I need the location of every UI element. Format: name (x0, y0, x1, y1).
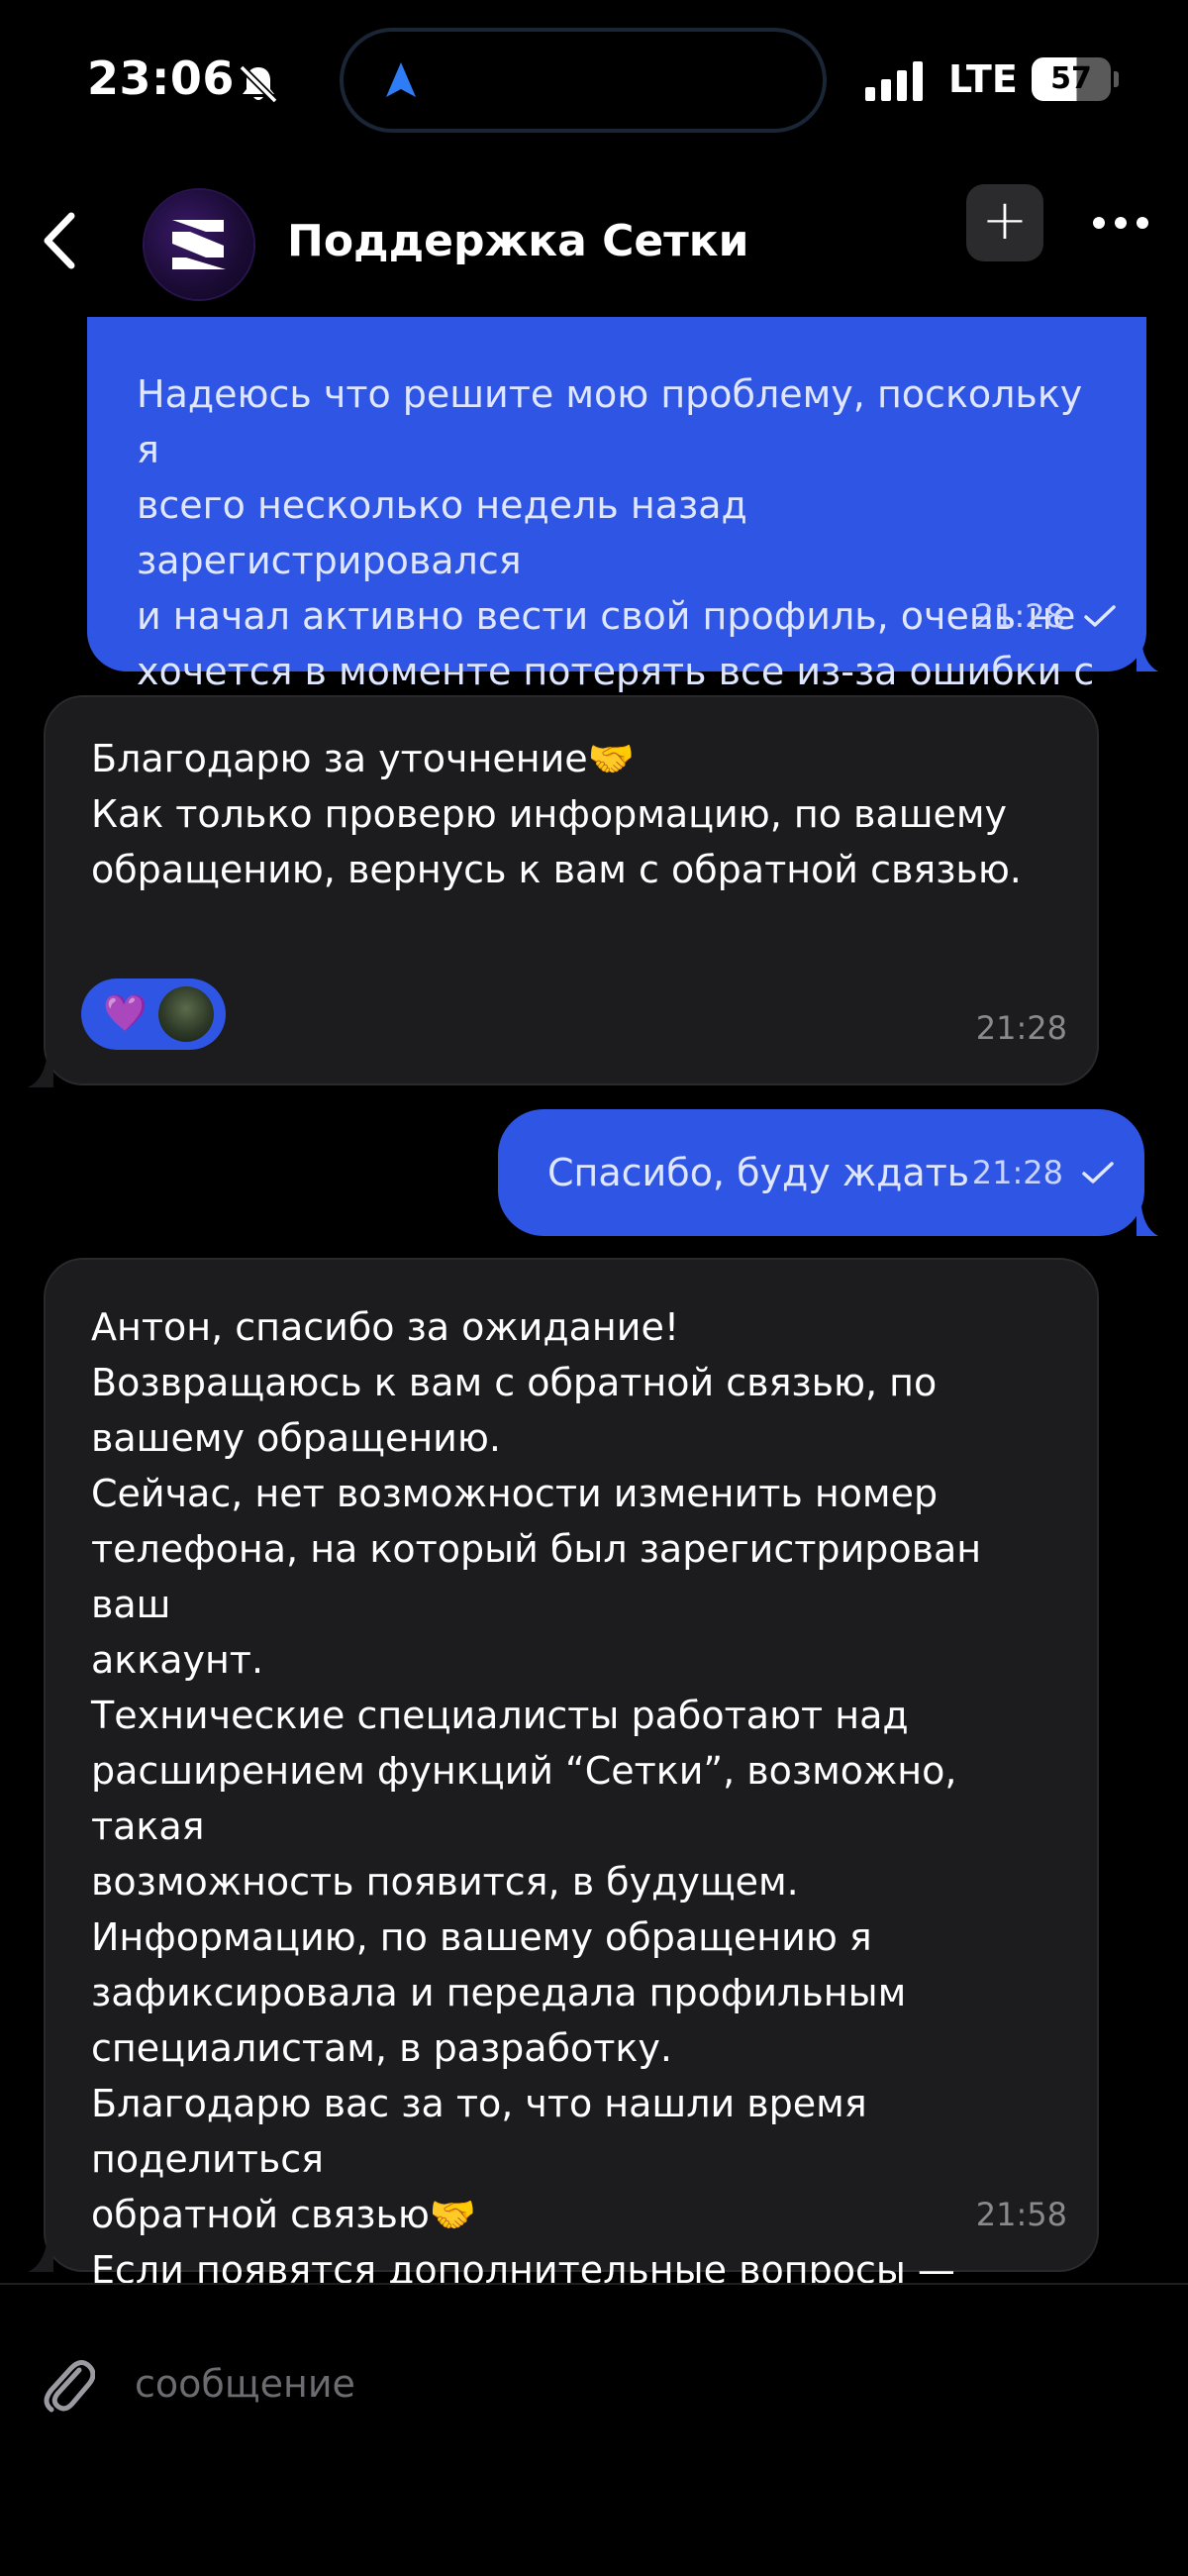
cellular-signal-icon (865, 61, 923, 101)
message-text: Благодарю за уточнение🤝 Как только прове… (91, 737, 1022, 891)
outgoing-message[interactable]: Спасибо, буду ждать 21:28 (498, 1109, 1144, 1236)
message-meta: 21:28 (974, 588, 1117, 644)
reactor-avatar (158, 986, 214, 1042)
chat-avatar[interactable] (145, 190, 253, 299)
message-time: 21:28 (975, 1009, 1067, 1047)
message-input[interactable] (133, 2348, 1127, 2420)
message-text: Антон, спасибо за ожидание! Возвращаюсь … (91, 1305, 982, 2403)
back-button[interactable] (38, 208, 83, 273)
status-bar: 23:06 LTE 57 (0, 0, 1188, 168)
more-options-icon[interactable] (1091, 208, 1150, 238)
bubble-tail (1137, 1198, 1158, 1236)
bell-off-icon (239, 64, 278, 104)
message-composer (0, 2285, 1188, 2576)
bubble-tail (1137, 634, 1158, 671)
message-time: 21:28 (971, 1154, 1063, 1191)
reaction-chip[interactable]: 💜 (81, 979, 226, 1050)
message-time: 21:58 (975, 2196, 1067, 2233)
message-meta: 21:28 (976, 1000, 1067, 1056)
setka-logo-icon (172, 220, 226, 269)
bubble-tail (28, 1050, 53, 1087)
status-time: 23:06 (87, 52, 235, 105)
message-time: 21:28 (973, 597, 1065, 635)
read-check-icon (1084, 605, 1116, 627)
attachment-icon[interactable] (40, 2354, 95, 2414)
message-meta: 21:58 (976, 2187, 1067, 2242)
dynamic-island (340, 28, 827, 133)
add-button-label: + (981, 188, 1029, 253)
bubble-tail (28, 2234, 53, 2272)
chat-header: Поддержка Сетки + (0, 168, 1188, 317)
battery-icon: 57 (1032, 57, 1119, 101)
network-type: LTE (948, 57, 1018, 101)
incoming-message[interactable]: Благодарю за уточнение🤝 Как только прове… (44, 695, 1099, 1085)
message-meta: 21:28 (972, 1109, 1115, 1236)
reaction-emoji: 💜 (103, 993, 148, 1034)
battery-level: 57 (1050, 61, 1092, 96)
chat-title[interactable]: Поддержка Сетки (287, 216, 748, 266)
add-button[interactable]: + (966, 184, 1043, 261)
incoming-message[interactable]: Антон, спасибо за ожидание! Возвращаюсь … (44, 1258, 1099, 2403)
navigation-arrow-icon (386, 62, 416, 97)
outgoing-message[interactable]: Надеюсь что решите мою проблему, посколь… (87, 317, 1146, 749)
read-check-icon (1082, 1162, 1114, 1184)
